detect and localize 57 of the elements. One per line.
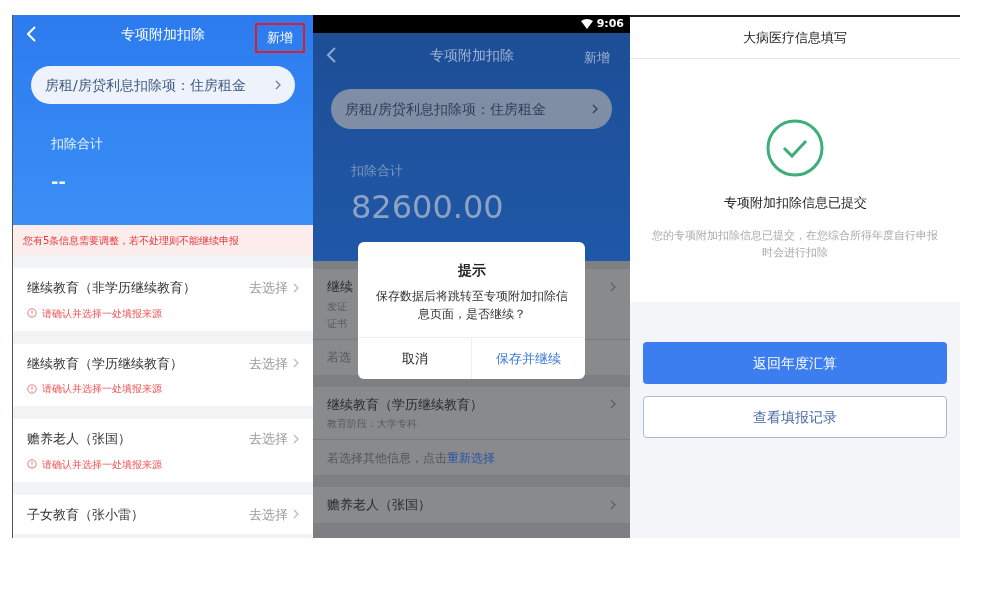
warning-icon	[27, 459, 37, 469]
total-label: 扣除合计	[51, 135, 103, 153]
result-title: 专项附加扣除信息已提交	[723, 194, 867, 212]
chevron-icon	[275, 80, 281, 90]
dialog-message: 保存数据后将跳转至专项附加扣除信息页面，是否继续？	[374, 288, 569, 323]
deduction-row[interactable]: 子女教育（张小雷） 去选择	[13, 494, 313, 534]
back-icon[interactable]	[327, 47, 336, 63]
deduction-type-selector[interactable]: 房租/房贷利息扣除项：住房租金	[331, 89, 612, 129]
chevron-icon	[610, 399, 616, 410]
item-title: 赡养老人（张国）	[27, 430, 131, 448]
warning-text: 请确认并选择一处填报来源	[42, 306, 162, 321]
chevron-icon	[293, 358, 299, 369]
deduction-row[interactable]: 继续教育（非学历继续教育） 去选择 请确认并选择一处填报来源	[13, 268, 313, 331]
return-button[interactable]: 返回年度汇算	[643, 342, 947, 384]
select-link[interactable]: 去选择	[249, 353, 299, 373]
item-title: 赡养老人（张国）	[327, 496, 431, 514]
result-description: 您的专项附加扣除信息已提交，在您综合所得年度自行申报时会进行扣除	[651, 227, 939, 261]
confirm-button[interactable]: 保存并继续	[471, 338, 585, 379]
total-value: --	[51, 169, 66, 194]
cancel-button[interactable]: 取消	[358, 338, 471, 379]
page-title: 大病医疗信息填写	[630, 17, 960, 59]
page-title: 专项附加扣除	[429, 45, 514, 65]
warning-icon	[27, 383, 37, 394]
item-title: 继续	[327, 278, 353, 296]
select-link[interactable]: 去选择	[249, 504, 299, 524]
wifi-icon	[580, 19, 593, 29]
dialog-title: 提示	[456, 261, 487, 280]
success-check-icon	[766, 119, 824, 177]
deduction-row[interactable]: 赡养老人（张国）	[313, 487, 630, 523]
total-value: 82600.00	[351, 186, 504, 228]
add-button[interactable]: 新增	[255, 23, 305, 53]
view-records-button[interactable]: 查看填报记录	[643, 396, 947, 438]
item-title: 继续教育（学历继续教育）	[327, 395, 483, 414]
chevron-icon	[293, 282, 299, 293]
warning-text: 请确认并选择一处填报来源	[42, 457, 162, 472]
deduction-type-selector[interactable]: 房租/房贷利息扣除项：住房租金	[31, 66, 295, 104]
chevron-icon	[293, 433, 299, 444]
alert-banner: 您有5条信息需要调整，若不处理则不能继续申报	[13, 225, 313, 255]
total-label: 扣除合计	[351, 162, 403, 180]
item-title: 继续教育（学历继续教育）	[27, 354, 183, 373]
status-time: 9:06	[596, 15, 624, 32]
selector-text: 房租/房贷利息扣除项：住房租金	[345, 99, 546, 119]
select-link[interactable]: 去选择	[249, 278, 299, 298]
warning-icon	[27, 308, 37, 318]
select-link[interactable]: 去选择	[249, 429, 299, 449]
chevron-icon	[293, 509, 299, 520]
warning-text: 请确认并选择一处填报来源	[42, 382, 162, 396]
item-title: 子女教育（张小雷）	[27, 505, 144, 524]
deduction-row[interactable]: 继续教育（学历继续教育） 去选择 请确认并选择一处填报来源	[13, 343, 313, 406]
page-title: 专项附加扣除	[121, 24, 205, 44]
chevron-icon	[610, 499, 616, 510]
deduction-row[interactable]: 赡养老人（张国） 去选择 请确认并选择一处填报来源	[13, 419, 313, 482]
chevron-icon	[610, 281, 616, 292]
add-button[interactable]: 新增	[572, 44, 622, 72]
chevron-icon	[592, 104, 598, 114]
item-title: 继续教育（非学历继续教育）	[27, 279, 196, 297]
selector-text: 房租/房贷利息扣除项：住房租金	[45, 75, 246, 95]
